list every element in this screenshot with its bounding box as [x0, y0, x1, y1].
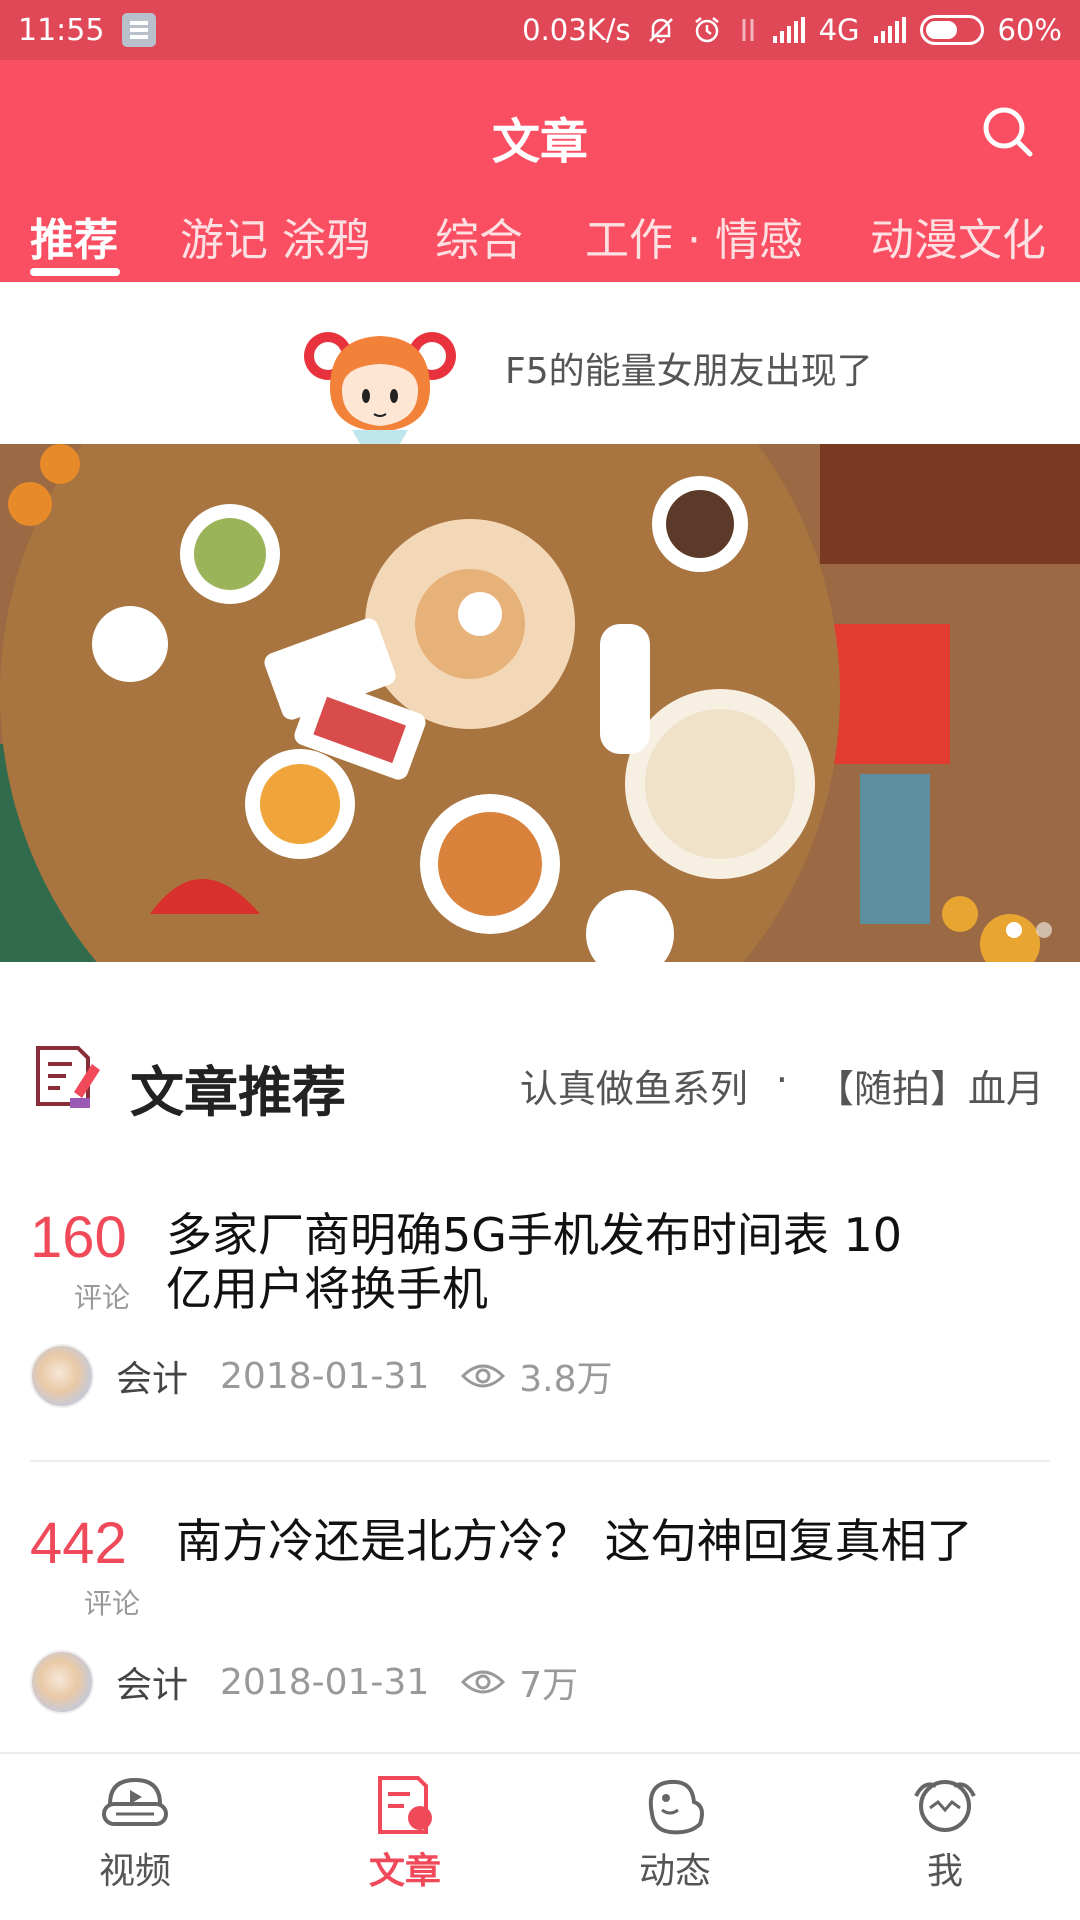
moments-icon	[648, 1779, 704, 1835]
section-header: 文章推荐 认真做鱼系列 · 【随拍】血月	[0, 1030, 1080, 1124]
comment-count: 442	[30, 1511, 127, 1576]
nav-video[interactable]: 视频	[35, 1774, 235, 1894]
nav-label: 动态	[638, 1851, 711, 1892]
status-bar: 11:55 0.03K/s 4G 60%	[0, 0, 1080, 60]
nav-label: 我	[926, 1851, 963, 1892]
article-item[interactable]: 160 评论 多家厂商明确5G手机发布时间表 10 亿用户将换手机 会计 201…	[30, 1196, 1050, 1426]
search-button[interactable]	[978, 102, 1038, 162]
profile-icon	[914, 1780, 976, 1832]
article-title-line: 南方冷还是北方冷？ 这句神回复真相了	[176, 1514, 973, 1568]
carousel-dots	[1006, 922, 1052, 938]
tab-recommend[interactable]: 推荐	[30, 204, 118, 268]
eye-icon	[461, 1670, 506, 1694]
battery-percent: 60%	[997, 13, 1062, 47]
bottom-nav: 视频 文章 动态 我	[0, 1752, 1080, 1920]
view-count: 3.8万	[519, 1359, 613, 1400]
page-title: 文章	[491, 114, 588, 170]
video-icon	[102, 1777, 168, 1826]
topic-link[interactable]: 【随拍】血月	[816, 1058, 1044, 1113]
article-title: 多家厂商明确5G手机发布时间表 10 亿用户将换手机	[166, 1208, 902, 1316]
view-count: 7万	[519, 1665, 579, 1706]
signal-icon	[772, 17, 805, 43]
category-tabs: 推荐 游记 涂鸦 综合 工作 · 情感 动漫文化	[0, 188, 1080, 282]
nav-article[interactable]: 文章	[305, 1774, 505, 1894]
eye-icon	[461, 1364, 506, 1388]
active-tab-indicator	[30, 268, 120, 276]
nav-profile[interactable]: 我	[845, 1774, 1045, 1894]
article-meta: 会计 2018-01-31 7万	[30, 1650, 578, 1714]
article-title: 南方冷还是北方冷？ 这句神回复真相了	[176, 1514, 973, 1568]
battery-icon	[919, 15, 984, 45]
nav-label: 文章	[368, 1851, 441, 1892]
article-title-line: 多家厂商明确5G手机发布时间表 10	[166, 1208, 903, 1262]
article-title-line: 亿用户将换手机	[166, 1262, 488, 1316]
mute-icon	[648, 18, 673, 44]
tab-anime-culture[interactable]: 动漫文化	[870, 204, 1046, 268]
topic-link[interactable]: 认真做鱼系列	[520, 1058, 748, 1113]
nav-label: 视频	[98, 1851, 171, 1892]
section-topic-links: 认真做鱼系列 · 【随拍】血月	[520, 1058, 1044, 1113]
article-recommend-icon	[36, 1046, 100, 1108]
tab-general[interactable]: 综合	[435, 204, 523, 268]
comment-label: 评论	[84, 1587, 141, 1620]
article-item[interactable]: 442 评论 南方冷还是北方冷？ 这句神回复真相了 会计 2018-01-31 …	[30, 1506, 1050, 1726]
article-meta: 会计 2018-01-31 3.8万	[30, 1344, 613, 1408]
network-type: 4G	[818, 13, 860, 47]
article-icon	[378, 1776, 432, 1834]
tab-work-emotion[interactable]: 工作 · 情感	[585, 204, 803, 268]
data-transfer-icon	[742, 19, 754, 41]
publish-date: 2018-01-31	[220, 1661, 430, 1703]
mascot-icon	[304, 332, 456, 444]
status-time: 11:55	[18, 12, 105, 48]
comment-label: 评论	[74, 1281, 131, 1314]
app-header: 文章 推荐 游记 涂鸦 综合 工作 · 情感 动漫文化	[0, 60, 1080, 282]
signal-icon-2	[873, 17, 906, 43]
comment-count: 160	[30, 1205, 127, 1270]
banner-image	[0, 444, 1080, 962]
notice-banner[interactable]: F5的能量女朋友出现了	[0, 282, 1080, 444]
carousel-dot[interactable]	[1006, 922, 1022, 938]
section-title: 文章推荐	[130, 1061, 346, 1124]
notification-icon	[122, 13, 157, 47]
avatar[interactable]	[30, 1650, 94, 1714]
alarm-icon	[694, 17, 719, 43]
author-name[interactable]: 会计	[116, 1350, 188, 1402]
tab-travel-doodle[interactable]: 游记 涂鸦	[180, 204, 370, 268]
nav-moments[interactable]: 动态	[575, 1774, 775, 1894]
search-icon	[983, 107, 1033, 157]
avatar[interactable]	[30, 1344, 94, 1408]
divider	[30, 1460, 1050, 1462]
topic-separator: ·	[775, 1058, 788, 1102]
carousel-dot[interactable]	[1036, 922, 1052, 938]
author-name[interactable]: 会计	[116, 1656, 188, 1708]
network-speed: 0.03K/s	[522, 13, 631, 47]
banner-carousel[interactable]	[0, 444, 1080, 962]
notice-text: F5的能量女朋友出现了	[505, 351, 873, 392]
publish-date: 2018-01-31	[220, 1355, 430, 1397]
